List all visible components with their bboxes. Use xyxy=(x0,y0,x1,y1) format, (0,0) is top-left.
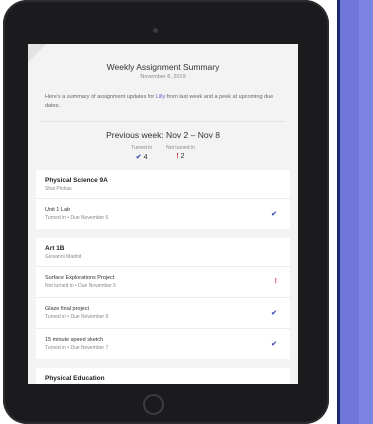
intro-text-start: Here's a summary of assignment updates f… xyxy=(45,94,156,100)
assignment-info: Unit 1 Lab Turned in • Due November 6 xyxy=(45,207,108,221)
camera-icon xyxy=(153,28,158,33)
check-icon: ✔ xyxy=(271,340,277,348)
week-stats: Turned in ✔ 4 Not turned in ! 2 xyxy=(28,145,298,161)
summary-header: Weekly Assignment Summary November 8, 20… xyxy=(28,44,298,80)
student-name-link[interactable]: Lilly xyxy=(156,94,165,100)
assignment-name: 15 minute speed sketch xyxy=(45,336,104,343)
header-fold xyxy=(28,44,46,62)
course-name: Physical Education xyxy=(45,374,105,382)
not-turned-in-value: ! 2 xyxy=(166,153,195,160)
assignment-info: Glaze final project Turned in • Due Nove… xyxy=(45,306,108,320)
assignment-name: Glaze final project xyxy=(45,305,90,312)
assignment-row[interactable]: Unit 1 Lab Turned in • Due November 6 ✔ xyxy=(36,198,290,229)
home-button[interactable] xyxy=(143,394,164,415)
summary-title: Weekly Assignment Summary xyxy=(106,62,220,72)
not-turned-in-stat: Not turned in ! 2 xyxy=(166,145,195,161)
turned-in-label: Turned in xyxy=(131,144,153,151)
check-icon: ✔ xyxy=(271,210,277,218)
assignment-name: Surface Explorations Project xyxy=(45,274,115,281)
not-turned-in-count: 2 xyxy=(180,152,185,160)
divider xyxy=(40,120,286,122)
course-header: Art 1B Giovanni Madrid xyxy=(36,238,290,267)
tablet-device: Weekly Assignment Summary November 8, 20… xyxy=(3,0,329,424)
turned-in-value: ✔ 4 xyxy=(131,153,152,161)
course-header: Physical Science 9A Shai Pinhas xyxy=(36,170,290,199)
email-screen: Weekly Assignment Summary November 8, 20… xyxy=(28,44,298,384)
assignment-status: Turned in • Due November 7 xyxy=(45,344,109,351)
side-stripe xyxy=(337,0,373,424)
assignment-status: Not turned in • Due November 5 xyxy=(45,282,116,289)
turned-in-count: 4 xyxy=(143,153,148,161)
not-turned-in-label: Not turned in xyxy=(166,144,195,151)
exclamation-icon: ! xyxy=(176,152,179,160)
assignment-status: Turned in • Due November 6 xyxy=(45,214,109,221)
assignment-row[interactable]: Surface Explorations Project Not turned … xyxy=(36,266,290,298)
course-card[interactable]: Art 1B Giovanni Madrid Surface Explorati… xyxy=(36,237,290,359)
check-icon: ✔ xyxy=(135,153,142,161)
course-name: Physical Science 9A xyxy=(45,176,108,184)
side-stripe-fill-light xyxy=(359,0,373,424)
summary-intro: Here's a summary of assignment updates f… xyxy=(28,80,298,111)
assignment-status: Turned in • Due November 6 xyxy=(45,313,109,320)
course-teacher: Giovanni Madrid xyxy=(45,253,82,260)
assignment-name: Unit 1 Lab xyxy=(45,206,71,213)
assignment-row[interactable]: 15 minute speed sketch Turned in • Due N… xyxy=(36,328,290,359)
assignment-info: Surface Explorations Project Not turned … xyxy=(45,275,116,289)
course-card[interactable]: Physical Education xyxy=(36,367,290,384)
assignment-row[interactable]: Glaze final project Turned in • Due Nove… xyxy=(36,297,290,329)
turned-in-stat: Turned in ✔ 4 xyxy=(131,145,152,161)
course-teacher: Shai Pinhas xyxy=(45,185,72,192)
assignment-info: 15 minute speed sketch Turned in • Due N… xyxy=(45,337,108,351)
course-name: Art 1B xyxy=(45,244,65,252)
course-header: Physical Education xyxy=(36,368,290,384)
exclamation-icon: ! xyxy=(274,278,277,286)
course-card[interactable]: Physical Science 9A Shai Pinhas Unit 1 L… xyxy=(36,169,290,229)
previous-week-heading: Previous week: Nov 2 – Nov 8 xyxy=(106,129,220,140)
check-icon: ✔ xyxy=(271,309,277,317)
